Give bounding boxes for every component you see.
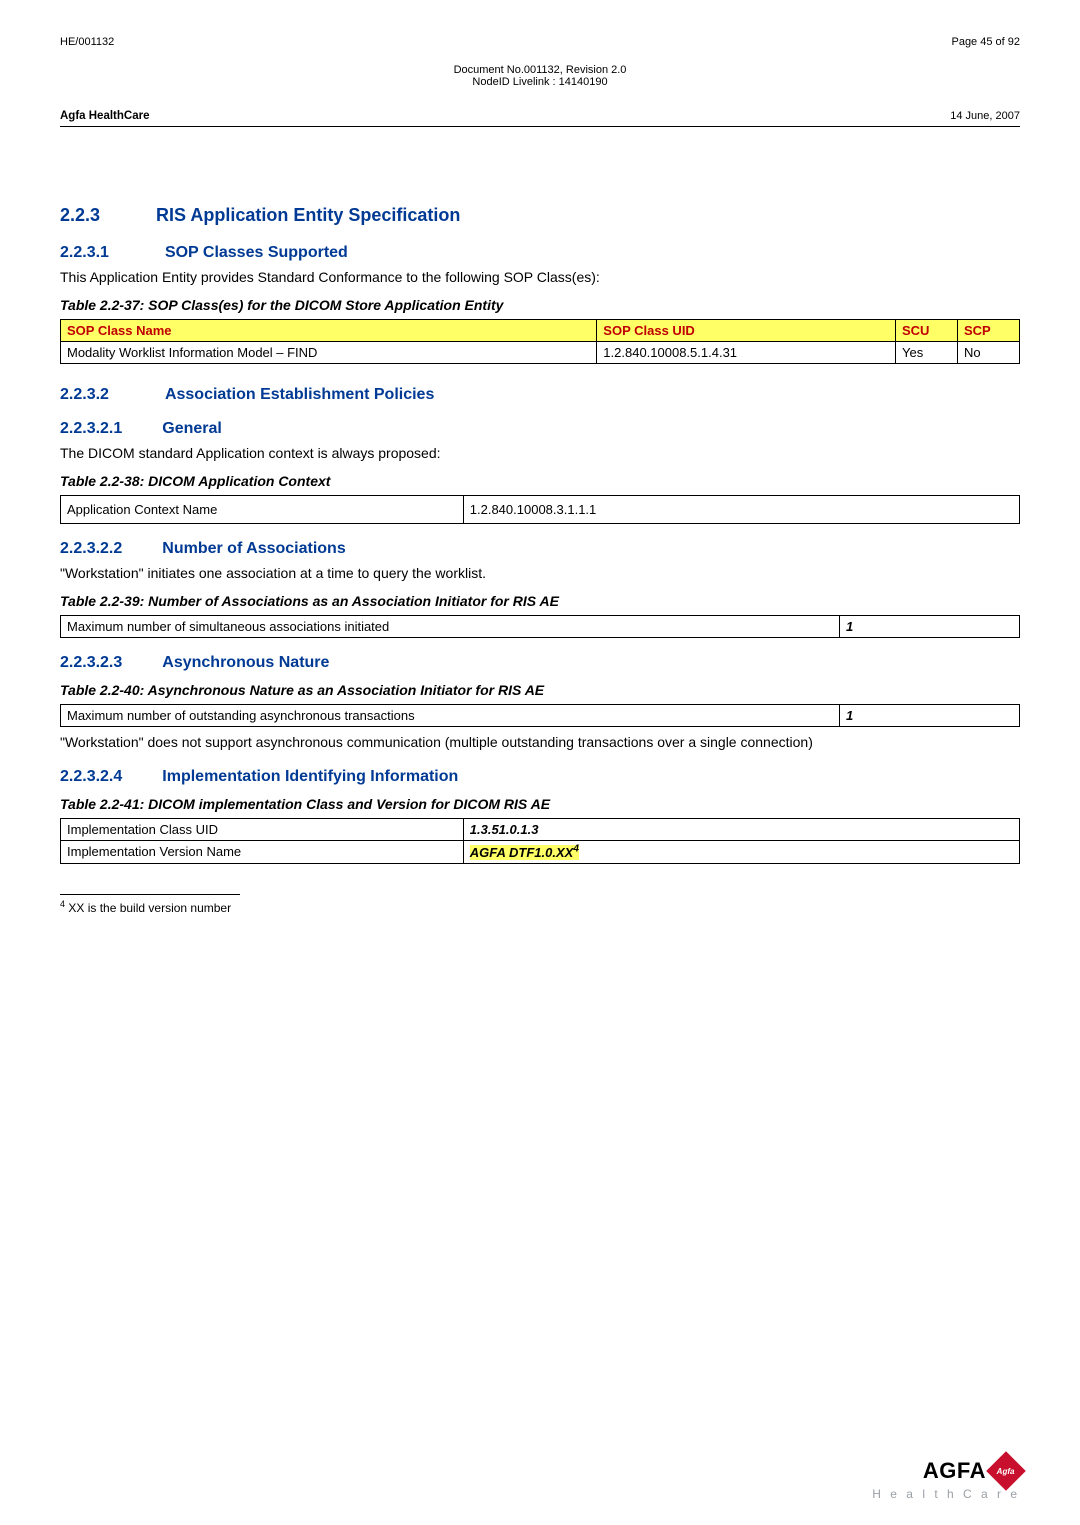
sec-22323-num: 2.2.3.2.3	[60, 654, 122, 672]
t37-scu: Yes	[896, 341, 958, 363]
brand-diamond-icon: Agfa	[986, 1451, 1026, 1491]
brand-word: AGFA	[923, 1458, 986, 1484]
header-doc-ref: HE/001132	[60, 36, 114, 48]
sec-2232-title: Association Establishment Policies	[165, 386, 434, 404]
sec-22324-num: 2.2.3.2.4	[60, 768, 122, 786]
footnote-ref-4: 4	[573, 844, 579, 855]
table-row: Application Context Name 1.2.840.10008.3…	[61, 495, 1020, 523]
t40-note: "Workstation" does not support asynchron…	[60, 733, 1020, 752]
sec-22322-title: Number of Associations	[162, 540, 345, 558]
t41-r2-value: AGFA DTF1.0.XX	[470, 845, 574, 860]
sec-22321-num: 2.2.3.2.1	[60, 420, 122, 438]
table-row: Modality Worklist Information Model – FI…	[61, 341, 1020, 363]
table-row: Maximum number of outstanding asynchrono…	[61, 704, 1020, 726]
t37-col-scu: SCU	[896, 319, 958, 341]
t41-r1-label: Implementation Class UID	[61, 818, 464, 840]
table-row: Implementation Class UID 1.3.51.0.1.3	[61, 818, 1020, 840]
header-date: 14 June, 2007	[950, 110, 1020, 122]
brand-diamond-text: Agfa	[997, 1467, 1015, 1476]
brand-logo: AGFA Agfa H e a l t h C a r e	[872, 1457, 1020, 1501]
table-39: Maximum number of simultaneous associati…	[60, 615, 1020, 638]
header-rule	[60, 126, 1020, 127]
header-doc-no2: NodeID Livelink : 14140190	[60, 76, 1020, 88]
table-38: Application Context Name 1.2.840.10008.3…	[60, 495, 1020, 524]
sec-223-title: RIS Application Entity Specification	[156, 205, 460, 226]
t37-col-name: SOP Class Name	[61, 319, 597, 341]
table-41-caption: Table 2.2-41: DICOM implementation Class…	[60, 796, 1020, 812]
t39-label: Maximum number of simultaneous associati…	[61, 615, 840, 637]
t37-uid: 1.2.840.10008.5.1.4.31	[597, 341, 896, 363]
sec-22321-title: General	[162, 420, 222, 438]
sec-22324-title: Implementation Identifying Information	[162, 768, 458, 786]
table-40-caption: Table 2.2-40: Asynchronous Nature as an …	[60, 682, 1020, 698]
table-37-caption: Table 2.2-37: SOP Class(es) for the DICO…	[60, 297, 1020, 313]
sec-2231-num: 2.2.3.1	[60, 244, 109, 262]
table-39-caption: Table 2.2-39: Number of Associations as …	[60, 593, 1020, 609]
t41-r1-value: 1.3.51.0.1.3	[463, 818, 1019, 840]
table-38-caption: Table 2.2-38: DICOM Application Context	[60, 473, 1020, 489]
t37-name: Modality Worklist Information Model – FI…	[61, 341, 597, 363]
header-doc-no1: Document No.001132, Revision 2.0	[60, 64, 1020, 76]
table-41: Implementation Class UID 1.3.51.0.1.3 Im…	[60, 818, 1020, 864]
t37-col-scp: SCP	[958, 319, 1020, 341]
footnote-rule	[60, 894, 240, 895]
table-37: SOP Class Name SOP Class UID SCU SCP Mod…	[60, 319, 1020, 364]
table-40: Maximum number of outstanding asynchrono…	[60, 704, 1020, 727]
t37-col-uid: SOP Class UID	[597, 319, 896, 341]
t41-r2-value-cell: AGFA DTF1.0.XX4	[463, 840, 1019, 863]
sec-22321-para: The DICOM standard Application context i…	[60, 444, 1020, 463]
sec-22322-num: 2.2.3.2.2	[60, 540, 122, 558]
t38-value: 1.2.840.10008.3.1.1.1	[463, 495, 1019, 523]
t39-value: 1	[840, 615, 1020, 637]
t40-label: Maximum number of outstanding asynchrono…	[61, 704, 840, 726]
sec-22322-para: "Workstation" initiates one association …	[60, 564, 1020, 583]
sec-223-num: 2.2.3	[60, 205, 100, 226]
sec-2232-num: 2.2.3.2	[60, 386, 109, 404]
table-row: SOP Class Name SOP Class UID SCU SCP	[61, 319, 1020, 341]
t41-r2-label: Implementation Version Name	[61, 840, 464, 863]
sec-2231-para: This Application Entity provides Standar…	[60, 268, 1020, 287]
table-row: Maximum number of simultaneous associati…	[61, 615, 1020, 637]
footnote-4: 4 XX is the build version number	[60, 899, 1020, 915]
header-company: Agfa HealthCare	[60, 110, 149, 122]
t40-value: 1	[840, 704, 1020, 726]
sec-2231-title: SOP Classes Supported	[165, 244, 348, 262]
brand-subtitle: H e a l t h C a r e	[872, 1487, 1020, 1501]
footnote-text: XX is the build version number	[65, 901, 231, 915]
t38-label: Application Context Name	[61, 495, 464, 523]
header-page-label: Page 45 of 92	[951, 36, 1020, 48]
table-row: Implementation Version Name AGFA DTF1.0.…	[61, 840, 1020, 863]
t37-scp: No	[958, 341, 1020, 363]
sec-22323-title: Asynchronous Nature	[162, 654, 329, 672]
